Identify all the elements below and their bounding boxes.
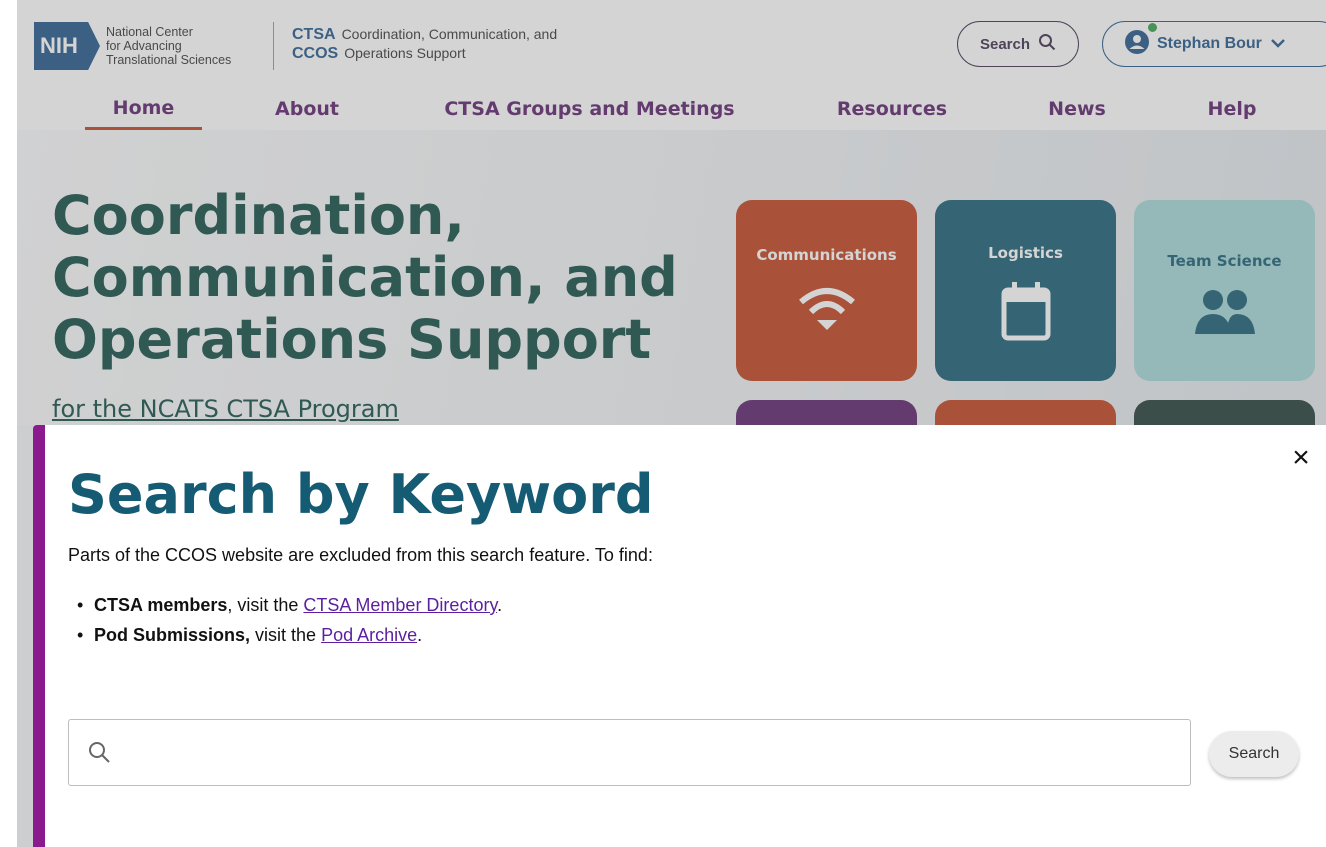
modal-title: Search by Keyword bbox=[68, 463, 654, 526]
pod-archive-link[interactable]: Pod Archive bbox=[321, 625, 417, 645]
close-icon[interactable]: × bbox=[1287, 443, 1315, 473]
keyword-search-field[interactable] bbox=[68, 719, 1191, 786]
list-item-period: . bbox=[497, 595, 503, 615]
list-item-period: . bbox=[417, 625, 423, 645]
list-item-text: visit the bbox=[250, 625, 322, 645]
list-item-text: , visit the bbox=[227, 595, 304, 615]
list-item: Pod Submissions, visit the Pod Archive. bbox=[77, 623, 502, 653]
ctsa-member-directory-link[interactable]: CTSA Member Directory bbox=[303, 595, 497, 615]
list-item-bold: Pod Submissions, bbox=[94, 625, 251, 645]
keyword-search-input[interactable] bbox=[129, 732, 1173, 774]
list-item-bold: CTSA members bbox=[94, 595, 228, 615]
search-icon bbox=[87, 740, 111, 769]
modal-list: CTSA members, visit the CTSA Member Dire… bbox=[77, 593, 503, 653]
list-item: CTSA members, visit the CTSA Member Dire… bbox=[77, 593, 503, 623]
modal-description: Parts of the CCOS website are excluded f… bbox=[68, 545, 653, 565]
search-submit-button[interactable]: Search bbox=[1209, 731, 1299, 777]
